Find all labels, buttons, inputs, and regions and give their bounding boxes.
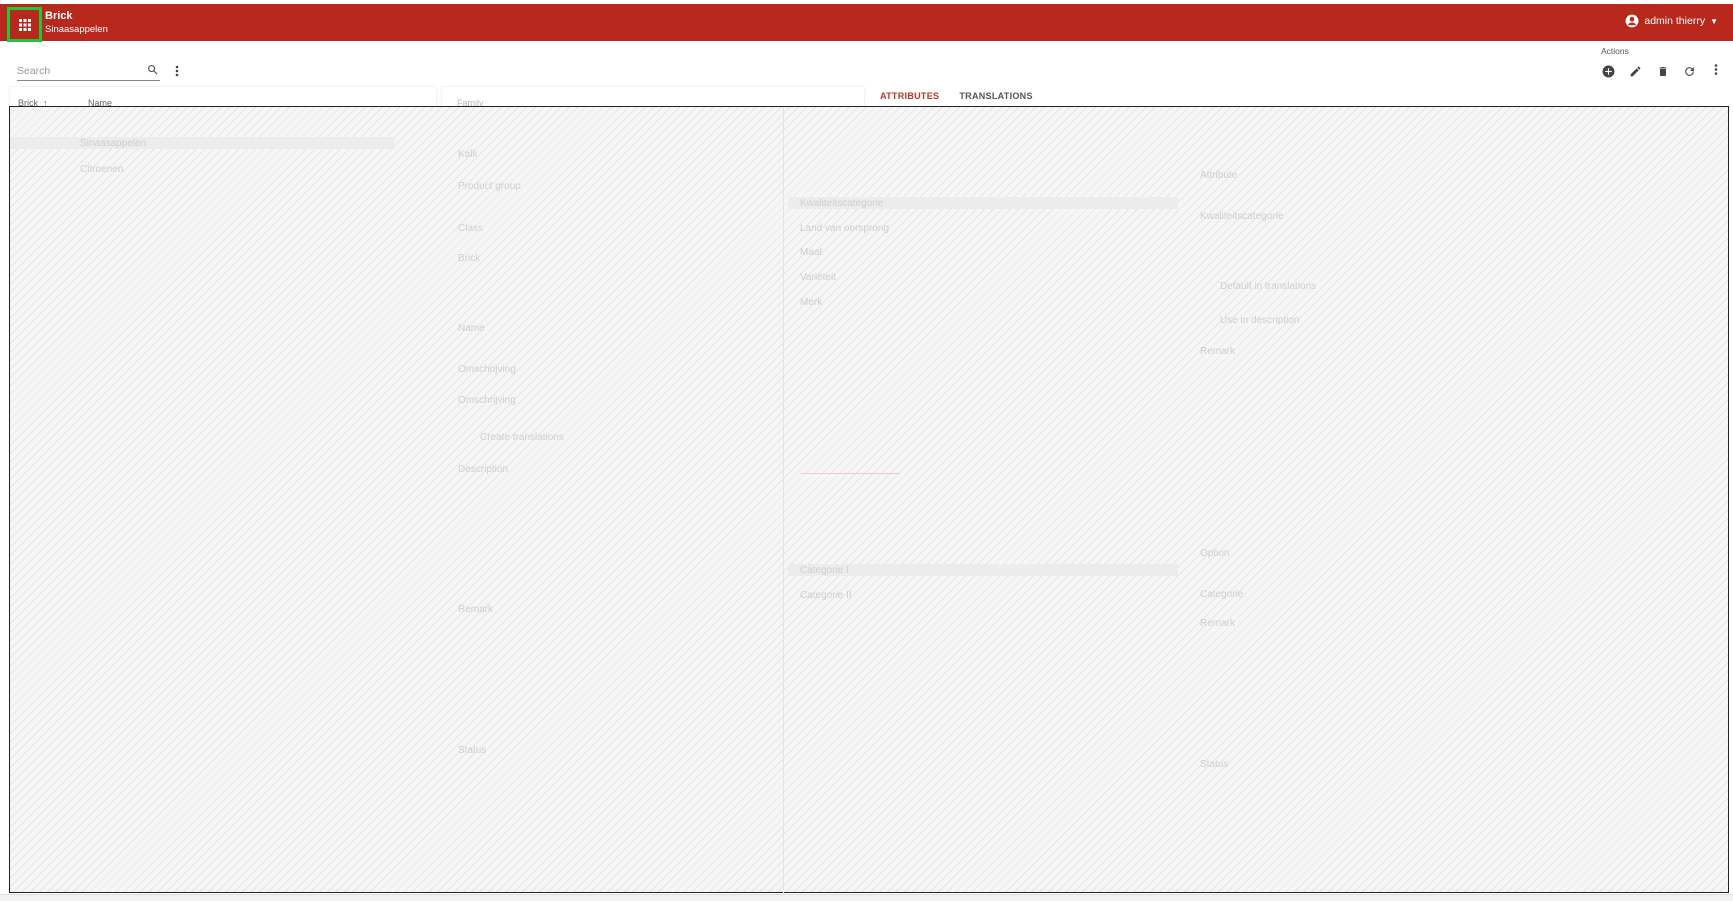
app-header: Brick Sinaasappelen admin thierry ▼ (0, 4, 1733, 42)
delete-button[interactable] (1654, 63, 1671, 80)
search-field (17, 61, 160, 81)
apps-grid-icon (18, 18, 31, 31)
ghost-option-row: Categorie I (800, 565, 849, 576)
ghost-field-label: Description (458, 464, 509, 475)
ghost-field-label: Status (458, 745, 487, 756)
tab-attributes[interactable]: ATTRIBUTES (870, 87, 949, 105)
user-menu[interactable]: admin thierry ▼ (1625, 14, 1718, 28)
brick-list-panel: Brick ↑ Name (10, 87, 436, 108)
ghost-field-label: Class (458, 223, 484, 234)
user-name: admin thierry (1644, 15, 1706, 27)
ghost-table-row: Kwaliteitscategorie (800, 198, 884, 209)
ghost-field-label: Default in translations (1220, 281, 1317, 292)
ghost-list-row: Sinaasappelen (80, 138, 147, 149)
refresh-button[interactable] (1681, 63, 1698, 80)
app-launcher-button[interactable] (7, 7, 42, 42)
edit-icon (1630, 66, 1641, 77)
ghost-field-label: Remark (1200, 346, 1236, 357)
loading-overlay: Sinaasappelen Citroenen Kalk Product gro… (9, 106, 1729, 894)
ghost-tab-indicator (800, 473, 900, 474)
ghost-field-label: Remark (458, 604, 494, 615)
ghost-field-label: Omschrijving (458, 395, 516, 406)
ghost-field-label: Kalk (458, 149, 478, 160)
account-circle-icon (1625, 14, 1639, 28)
tab-translations[interactable]: TRANSLATIONS (949, 87, 1042, 105)
page-subtitle: Sinaasappelen (45, 24, 108, 35)
list-more-icon[interactable] (175, 65, 179, 77)
ghost-field-label: Categorie (1200, 589, 1244, 600)
ghost-field-label: Omschrijving (458, 364, 516, 375)
ghost-field-label: Name (458, 323, 485, 334)
ghost-table-row: Maat (800, 247, 823, 258)
search-icon[interactable] (147, 64, 158, 75)
ghost-field-label: Brick (458, 253, 481, 264)
ghost-field-label: Kwaliteitscategorie (1200, 211, 1284, 222)
ghost-selected-row (10, 137, 395, 149)
chevron-down-icon: ▼ (1710, 16, 1718, 26)
ghost-table-row: Merk (800, 297, 823, 308)
edit-button[interactable] (1627, 63, 1644, 80)
ghost-field-label: Status (1200, 759, 1229, 770)
ghost-field-label: Use in description (1220, 315, 1300, 326)
refresh-icon (1685, 67, 1694, 76)
ghost-list-row: Citroenen (80, 164, 124, 175)
page-title: Brick (45, 10, 73, 22)
ghost-field-label: Create translations (480, 432, 564, 443)
ghost-field-label: Option (1200, 548, 1230, 559)
title-block: Brick Sinaasappelen (45, 9, 108, 37)
ghost-table-row: Variëteit (800, 272, 836, 283)
ghost-divider (783, 107, 784, 894)
more-vert-icon[interactable] (1714, 63, 1718, 76)
ghost-field-label: Product group (458, 181, 521, 192)
ghost-field-label: Remark (1200, 618, 1236, 629)
add-circle-icon (1602, 65, 1615, 78)
brick-detail-panel: Family (442, 87, 864, 108)
delete-icon (1659, 67, 1666, 76)
detail-tabs: ATTRIBUTES TRANSLATIONS (870, 87, 1043, 105)
actions-bar (1600, 63, 1698, 80)
search-input[interactable] (17, 64, 142, 77)
ghost-option-row: Categorie II (800, 590, 852, 601)
add-button[interactable] (1600, 63, 1617, 80)
bottom-strip (0, 894, 1733, 901)
actions-label: Actions (1601, 46, 1629, 56)
ghost-field-label: Attribute (1200, 170, 1238, 181)
ghost-table-row: Land van oorsprong (800, 223, 889, 234)
